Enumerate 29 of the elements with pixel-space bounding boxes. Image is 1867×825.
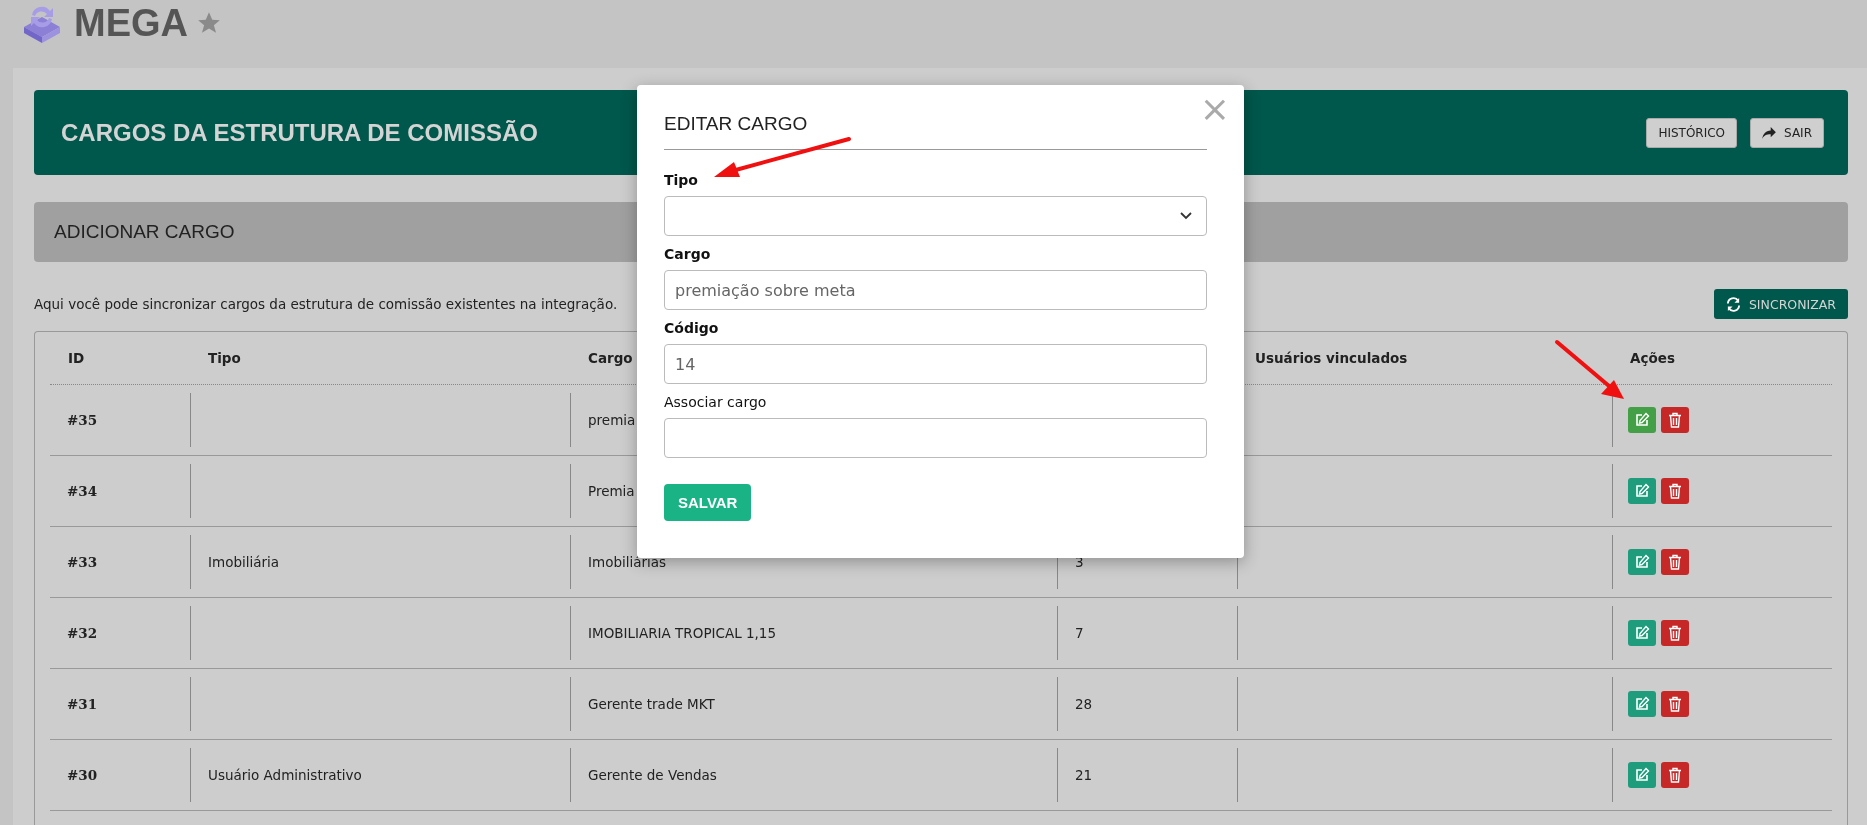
column-header: Ações	[1630, 350, 1675, 366]
table-cell: Gerente de Vendas	[588, 767, 717, 783]
table-cell: 7	[1075, 625, 1084, 641]
table-cell: premia	[588, 412, 636, 428]
field-label: Tipo	[664, 172, 699, 188]
description-text: Aqui você pode sincronizar cargos da estrutura de comissão existentes na integração.	[34, 296, 618, 312]
app-name: MEGA	[74, 1, 188, 45]
table-cell: #33	[67, 554, 98, 570]
table-cell: Usuário Administrativo	[208, 767, 362, 783]
table-cell: Imobiliárias	[588, 554, 667, 570]
table-cell: Gerente trade MKT	[588, 696, 715, 712]
table-cell: IMOBILIARIA TROPICAL 1,15	[588, 625, 777, 641]
column-header: Tipo	[208, 350, 241, 366]
field-label: Código	[664, 320, 720, 336]
field-label: Associar cargo	[664, 394, 768, 410]
table-cell: #34	[67, 483, 98, 499]
table-cell: 28	[1075, 696, 1093, 712]
field-label: Cargo	[664, 246, 712, 262]
table-cell: 21	[1075, 767, 1093, 783]
column-header: Cargo	[588, 350, 633, 366]
table-cell: Imobiliária	[208, 554, 280, 570]
table-cell: #31	[67, 696, 98, 712]
column-header: Usuários vinculados	[1255, 350, 1408, 366]
page-title: CARGOS DA ESTRUTURA DE COMISSÃO	[61, 118, 538, 147]
table-cell: #32	[67, 625, 98, 641]
column-header: ID	[68, 350, 85, 366]
table-cell: #30	[67, 767, 98, 783]
table-cell: Premia	[588, 483, 635, 499]
table-cell: #35	[67, 412, 98, 428]
